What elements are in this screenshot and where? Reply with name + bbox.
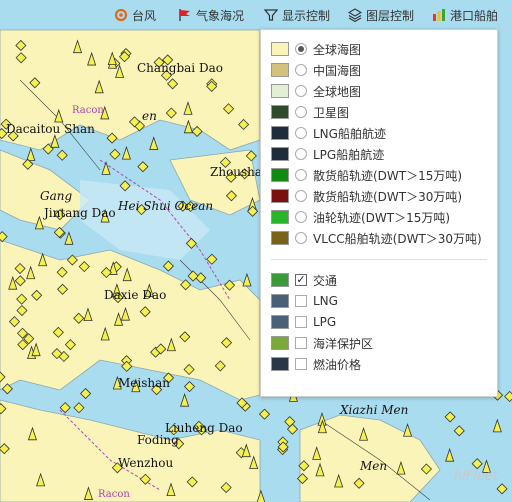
basemap-radio[interactable] bbox=[295, 169, 307, 181]
layer-control-panel: 全球海图中国海图全球地图卫星图 LNG船舶航迹 LPG船舶航迹散货船轨迹(DWT＞1… bbox=[260, 29, 498, 397]
basemap-option[interactable]: 全球海图 bbox=[271, 40, 361, 58]
map-place-label: Wenzhou bbox=[118, 456, 173, 470]
map-place-label: Xiazhi Men bbox=[339, 403, 408, 417]
basemap-option[interactable]: LPG船舶航迹 bbox=[271, 145, 384, 163]
overlay-label: 燃油价格 bbox=[313, 357, 362, 372]
map-place-label: en bbox=[142, 109, 157, 123]
divider bbox=[271, 259, 487, 260]
layer-control-button[interactable]: 图层控制 bbox=[348, 5, 414, 25]
toolbar-label: 台风 bbox=[132, 8, 157, 23]
basemap-option[interactable]: 全球地图 bbox=[271, 82, 361, 100]
basemap-label: 散货船轨迹(DWT＞30万吨) bbox=[313, 189, 463, 204]
weather-flag-icon bbox=[179, 9, 190, 21]
basemap-label: 卫星图 bbox=[313, 105, 350, 120]
filter-icon bbox=[264, 9, 278, 21]
overlay-option[interactable]: 海洋保护区 bbox=[271, 334, 373, 352]
basemap-radio[interactable] bbox=[295, 211, 307, 223]
overlay-swatch bbox=[271, 294, 289, 308]
toolbar-label: 显示控制 bbox=[282, 8, 331, 23]
overlay-checkbox[interactable] bbox=[295, 337, 307, 349]
overlay-checkbox[interactable]: ✓ bbox=[295, 274, 307, 286]
basemap-radio[interactable] bbox=[295, 64, 307, 76]
overlay-option[interactable]: LNG bbox=[271, 292, 338, 310]
basemap-swatch bbox=[271, 63, 289, 77]
overlay-option[interactable]: LPG bbox=[271, 313, 336, 331]
basemap-option[interactable]: 散货船轨迹(DWT＞30万吨) bbox=[271, 187, 462, 205]
typhoon-button[interactable]: 台风 bbox=[114, 5, 156, 25]
overlay-label: 海洋保护区 bbox=[313, 336, 374, 351]
basemap-swatch bbox=[271, 210, 289, 224]
basemap-swatch bbox=[271, 147, 289, 161]
overlay-checkbox[interactable] bbox=[295, 316, 307, 328]
map-place-label: Jintang Dao bbox=[42, 206, 116, 220]
basemap-radio[interactable] bbox=[295, 106, 307, 118]
toolbar-label: 港口船舶 bbox=[450, 8, 499, 23]
typhoon-icon bbox=[114, 8, 128, 22]
basemap-radio[interactable] bbox=[295, 232, 307, 244]
basemap-option[interactable]: LNG船舶航迹 bbox=[271, 124, 386, 142]
overlay-checkbox[interactable] bbox=[295, 358, 307, 370]
overlay-label: LPG bbox=[313, 315, 337, 329]
overlay-swatch bbox=[271, 336, 289, 350]
basemap-swatch bbox=[271, 84, 289, 98]
basemap-option[interactable]: 中国海图 bbox=[271, 61, 361, 79]
map-place-label: Racon bbox=[98, 489, 130, 500]
basemap-label: 全球地图 bbox=[313, 84, 362, 99]
port-vessel-button[interactable]: 港口船舶 bbox=[432, 5, 498, 25]
port-bars-icon bbox=[433, 9, 445, 21]
basemap-option[interactable]: 油轮轨迹(DWT＞15万吨) bbox=[271, 208, 450, 226]
toolbar-label: 气象海况 bbox=[196, 8, 245, 23]
basemap-swatch bbox=[271, 189, 289, 203]
map-place-label: Gang bbox=[40, 189, 72, 203]
watermark-logo: hiFleet bbox=[453, 469, 498, 484]
overlay-swatch bbox=[271, 273, 289, 287]
map-toolbar: 台风 气象海况 显示控制 图层控制 港口船舶 bbox=[0, 0, 512, 30]
map-place-label: Meishan bbox=[118, 376, 170, 390]
layers-icon bbox=[348, 8, 362, 22]
basemap-option[interactable]: 卫星图 bbox=[271, 103, 349, 121]
overlay-label: 交通 bbox=[313, 273, 338, 288]
basemap-option[interactable]: VLCC船舶轨迹(DWT＞30万吨) bbox=[271, 229, 482, 247]
overlay-checkbox[interactable] bbox=[295, 295, 307, 307]
basemap-swatch bbox=[271, 126, 289, 140]
basemap-label: VLCC船舶轨迹(DWT＞30万吨) bbox=[313, 231, 482, 246]
map-place-label: Foding bbox=[137, 433, 179, 447]
map-place-label: Zhousha bbox=[210, 165, 262, 179]
basemap-radio[interactable] bbox=[295, 148, 307, 160]
basemap-radio[interactable] bbox=[295, 127, 307, 139]
map-place-label: Men bbox=[359, 459, 387, 473]
map-place-label: Dacaitou Shan bbox=[6, 122, 95, 136]
basemap-radio[interactable] bbox=[295, 190, 307, 202]
basemap-radio[interactable] bbox=[295, 43, 307, 55]
overlay-swatch bbox=[271, 315, 289, 329]
basemap-swatch bbox=[271, 168, 289, 182]
basemap-swatch bbox=[271, 105, 289, 119]
overlay-swatch bbox=[271, 357, 289, 371]
map-place-label: Racon bbox=[72, 105, 104, 116]
map-place-label: Daxie Dao bbox=[104, 288, 166, 302]
basemap-label: 全球海图 bbox=[313, 42, 362, 57]
basemap-option[interactable]: 散货船轨迹(DWT＞15万吨) bbox=[271, 166, 462, 184]
map-place-label: Hei Shui Ocean bbox=[117, 199, 213, 213]
basemap-swatch bbox=[271, 231, 289, 245]
basemap-radio[interactable] bbox=[295, 85, 307, 97]
map-place-label: Changbai Dao bbox=[137, 61, 223, 75]
basemap-label: 油轮轨迹(DWT＞15万吨) bbox=[313, 210, 451, 225]
overlay-label: LNG bbox=[313, 294, 338, 308]
basemap-swatch bbox=[271, 42, 289, 56]
basemap-label: LPG船舶航迹 bbox=[313, 147, 385, 162]
overlay-option[interactable]: ✓ 交通 bbox=[271, 271, 337, 289]
basemap-label: 散货船轨迹(DWT＞15万吨) bbox=[313, 168, 463, 183]
basemap-label: 中国海图 bbox=[313, 63, 362, 78]
toolbar-label: 图层控制 bbox=[366, 8, 415, 23]
basemap-label: LNG船舶航迹 bbox=[313, 126, 386, 141]
overlay-option[interactable]: 燃油价格 bbox=[271, 355, 361, 373]
weather-sea-button[interactable]: 气象海况 bbox=[178, 5, 244, 25]
display-control-button[interactable]: 显示控制 bbox=[264, 5, 330, 25]
